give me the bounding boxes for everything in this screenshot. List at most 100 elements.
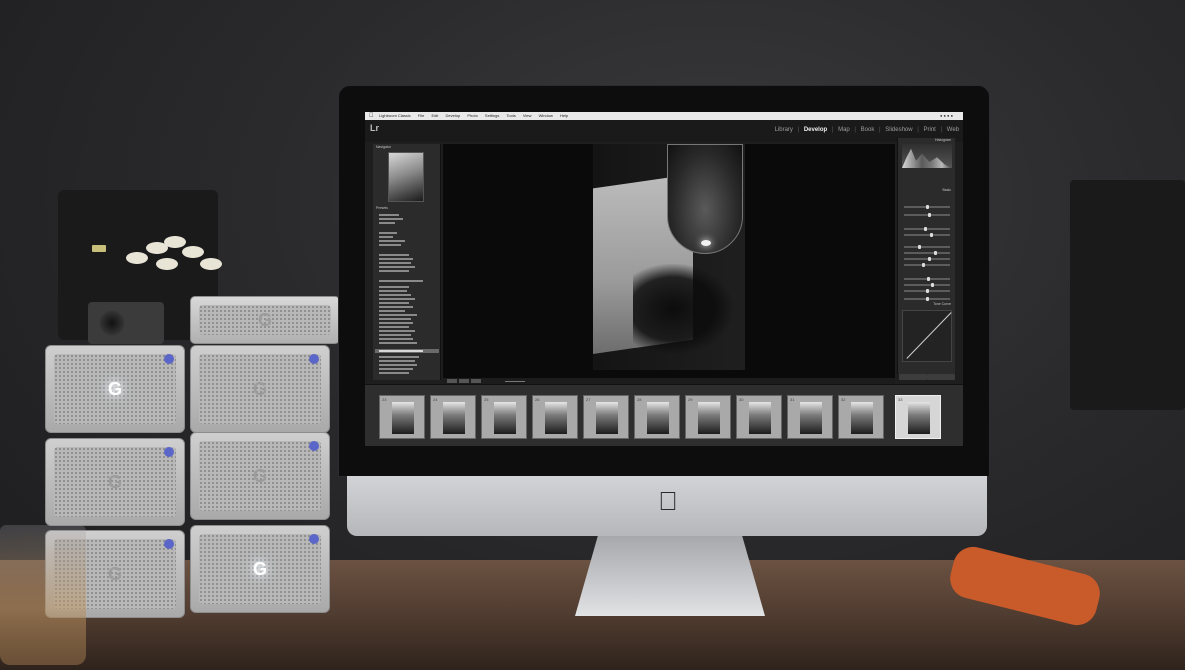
preset-item[interactable] — [379, 338, 413, 340]
preset-item[interactable] — [379, 298, 415, 300]
preset-item[interactable] — [379, 214, 399, 216]
film-cell[interactable]: 24 — [430, 395, 476, 439]
tone-curve-title[interactable]: Tone Curve — [933, 302, 951, 306]
preset-item[interactable] — [379, 286, 409, 288]
preset-item[interactable] — [379, 310, 405, 312]
menu-photo[interactable]: Photo — [467, 113, 477, 118]
slider-dehaze[interactable] — [904, 289, 950, 293]
slider-knob[interactable] — [927, 277, 930, 281]
slider-vibrance[interactable] — [904, 297, 950, 301]
preset-item[interactable] — [379, 364, 417, 366]
preset-item[interactable] — [379, 232, 397, 234]
preset-item[interactable] — [379, 280, 423, 282]
menu-view[interactable]: View — [523, 113, 532, 118]
preset-item[interactable] — [379, 240, 405, 242]
navigator-preview[interactable] — [388, 152, 424, 202]
preset-item[interactable] — [379, 342, 417, 344]
soft-proofing-toggle[interactable] — [505, 380, 525, 382]
slider-temp[interactable] — [904, 205, 950, 209]
preset-item[interactable] — [379, 322, 413, 324]
slider-knob[interactable] — [926, 297, 929, 301]
preset-item[interactable] — [379, 254, 409, 256]
film-cell[interactable]: 28 — [634, 395, 680, 439]
film-cell[interactable]: 25 — [481, 395, 527, 439]
preset-item[interactable] — [379, 334, 411, 336]
menu-help[interactable]: Help — [560, 113, 568, 118]
module-web[interactable]: Web — [947, 127, 959, 133]
menu-settings[interactable]: Settings — [485, 113, 499, 118]
menu-edit[interactable]: Edit — [432, 113, 439, 118]
preset-item[interactable] — [379, 302, 409, 304]
reset-button[interactable] — [927, 374, 955, 380]
preset-item[interactable] — [379, 222, 395, 224]
slider-knob[interactable] — [918, 245, 921, 249]
film-cell-selected[interactable]: 33 — [895, 395, 941, 439]
preset-item-selected[interactable] — [379, 350, 423, 352]
presets-title[interactable]: Presets — [376, 206, 388, 210]
slider-texture[interactable] — [904, 277, 950, 281]
basic-title[interactable]: Basic — [942, 188, 951, 192]
menu-window[interactable]: Window — [539, 113, 553, 118]
preset-item[interactable] — [379, 372, 409, 374]
view-mode-button[interactable] — [447, 379, 457, 383]
preset-item[interactable] — [379, 294, 411, 296]
apple-menu-icon[interactable]:  — [369, 112, 374, 120]
slider-whites[interactable] — [904, 257, 950, 261]
preset-item[interactable] — [379, 258, 413, 260]
slider-knob[interactable] — [930, 233, 933, 237]
photo-preview[interactable] — [593, 144, 745, 370]
slider-knob[interactable] — [926, 289, 929, 293]
slider-tint[interactable] — [904, 213, 950, 217]
menu-tools[interactable]: Tools — [506, 113, 515, 118]
menu-develop[interactable]: Develop — [446, 113, 461, 118]
preset-item[interactable] — [379, 330, 415, 332]
slider-knob[interactable] — [924, 227, 927, 231]
before-after-button[interactable] — [459, 379, 469, 383]
preset-item[interactable] — [379, 218, 403, 220]
develop-loupe-view[interactable] — [443, 144, 895, 378]
module-print[interactable]: Print — [924, 127, 936, 133]
compare-button[interactable] — [471, 379, 481, 383]
preset-item[interactable] — [379, 326, 409, 328]
menu-file[interactable]: File — [418, 113, 424, 118]
slider-exposure[interactable] — [904, 227, 950, 231]
menu-app-name[interactable]: Lightroom Classic — [379, 113, 411, 118]
film-cell[interactable]: 26 — [532, 395, 578, 439]
preset-item[interactable] — [379, 290, 407, 292]
slider-blacks[interactable] — [904, 263, 950, 267]
slider-knob[interactable] — [922, 263, 925, 267]
module-map[interactable]: Map — [838, 127, 850, 133]
preset-item[interactable] — [379, 360, 415, 362]
preset-item[interactable] — [379, 270, 409, 272]
preset-item[interactable] — [379, 262, 411, 264]
film-cell[interactable]: 23 — [379, 395, 425, 439]
preset-item[interactable] — [379, 368, 413, 370]
slider-knob[interactable] — [931, 283, 934, 287]
preset-item[interactable] — [379, 306, 413, 308]
preset-item[interactable] — [379, 318, 411, 320]
slider-knob[interactable] — [928, 213, 931, 217]
preset-item[interactable] — [379, 266, 415, 268]
preset-item[interactable] — [379, 236, 393, 238]
slider-knob[interactable] — [934, 251, 937, 255]
slider-knob[interactable] — [928, 257, 931, 261]
film-cell[interactable]: 31 — [787, 395, 833, 439]
preset-item[interactable] — [379, 356, 419, 358]
preset-item[interactable] — [379, 244, 401, 246]
film-cell[interactable]: 30 — [736, 395, 782, 439]
film-cell[interactable]: 27 — [583, 395, 629, 439]
module-book[interactable]: Book — [861, 127, 875, 133]
module-develop[interactable]: Develop — [804, 127, 827, 133]
slider-contrast[interactable] — [904, 233, 950, 237]
film-cell[interactable]: 32 — [838, 395, 884, 439]
histogram-title[interactable]: Histogram — [935, 138, 951, 142]
tone-curve-graph[interactable] — [902, 310, 952, 362]
navigator-title[interactable]: Navigator — [376, 145, 391, 149]
slider-highlights[interactable] — [904, 245, 950, 249]
previous-button[interactable] — [899, 374, 927, 380]
tone-curve-line[interactable] — [906, 312, 952, 359]
slider-knob[interactable] — [926, 205, 929, 209]
film-cell[interactable]: 29 — [685, 395, 731, 439]
slider-clarity[interactable] — [904, 283, 950, 287]
module-library[interactable]: Library — [775, 127, 793, 133]
